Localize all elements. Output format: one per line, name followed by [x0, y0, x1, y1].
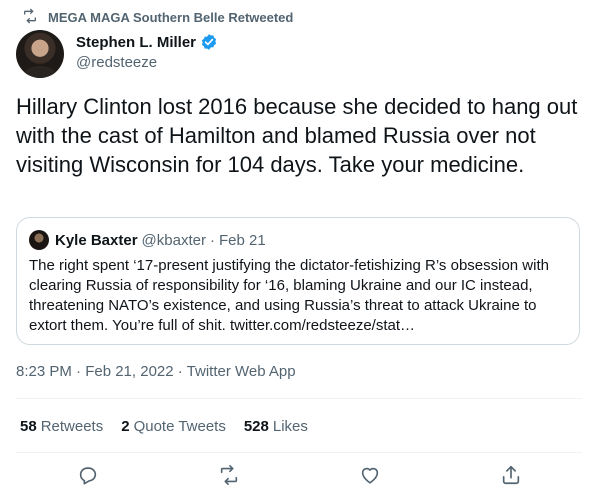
author-handle[interactable]: @redsteeze [76, 54, 218, 71]
quoted-tweet-card[interactable]: Kyle Baxter @kbaxter · Feb 21 The right … [16, 217, 580, 345]
divider [16, 398, 582, 399]
tweet-timestamp[interactable]: 8:23 PM · Feb 21, 2022 · Twitter Web App [16, 363, 296, 380]
reply-button[interactable] [77, 464, 99, 486]
divider [16, 452, 582, 453]
quote-date: Feb 21 [218, 231, 266, 249]
retweet-icon [220, 465, 238, 485]
likes-stat[interactable]: 528 Likes [244, 418, 308, 435]
engagement-stats: 58 Retweets 2 Quote Tweets 528 Likes [20, 418, 308, 435]
tweet-text: Hillary Clinton lost 2016 because she de… [16, 94, 578, 177]
like-button[interactable] [359, 464, 381, 486]
quote-display-name: Kyle Baxter [55, 231, 138, 249]
quote-separator: · [209, 231, 215, 249]
heart-icon [361, 467, 379, 484]
author-display-name[interactable]: Stephen L. Miller [76, 34, 196, 51]
quote-tweets-count: 2 [121, 418, 130, 435]
likes-count: 528 [243, 418, 269, 435]
share-button[interactable] [500, 464, 522, 486]
retweets-count: 58 [20, 418, 37, 435]
likes-label: Likes [272, 418, 308, 435]
reply-icon [79, 467, 97, 485]
retweet-context-label: MEGA MAGA Southern Belle Retweeted [48, 9, 294, 25]
verified-badge-icon [200, 33, 218, 51]
tweet-actions [0, 460, 598, 490]
share-icon [502, 465, 520, 485]
quote-text: The right spent ‘17-present justifying t… [29, 257, 549, 334]
retweets-stat[interactable]: 58 Retweets [20, 418, 103, 435]
retweet-context[interactable]: MEGA MAGA Southern Belle Retweeted [22, 8, 293, 26]
tweet-author: Stephen L. Miller @redsteeze [16, 30, 218, 78]
quote-avatar [29, 230, 49, 250]
quote-handle: @kbaxter [141, 231, 206, 249]
quote-tweets-stat[interactable]: 2 Quote Tweets [121, 418, 226, 435]
retweet-icon [22, 8, 38, 27]
quote-tweets-label: Quote Tweets [133, 418, 226, 435]
retweet-button[interactable] [218, 464, 240, 486]
retweets-label: Retweets [40, 418, 104, 435]
avatar[interactable] [16, 30, 64, 78]
